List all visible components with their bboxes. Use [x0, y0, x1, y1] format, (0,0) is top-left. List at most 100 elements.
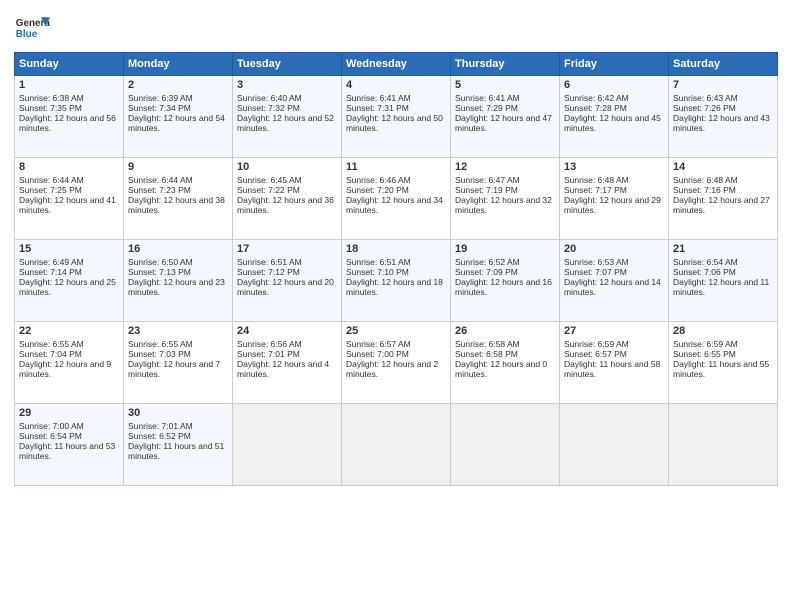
week-row-1: 8Sunrise: 6:44 AMSunset: 7:25 PMDaylight… [15, 158, 778, 240]
day-number: 26 [455, 325, 555, 337]
calendar-cell: 9Sunrise: 6:44 AMSunset: 7:23 PMDaylight… [124, 158, 233, 240]
daylight-text: Daylight: 12 hours and 20 minutes. [237, 277, 334, 297]
daylight-text: Daylight: 12 hours and 11 minutes. [673, 277, 769, 297]
sunrise-text: Sunrise: 6:42 AM [564, 93, 629, 103]
calendar-cell: 27Sunrise: 6:59 AMSunset: 6:57 PMDayligh… [560, 322, 669, 404]
sunrise-text: Sunrise: 6:41 AM [346, 93, 411, 103]
daylight-text: Daylight: 12 hours and 27 minutes. [673, 195, 770, 215]
calendar-cell [451, 404, 560, 486]
calendar-cell: 28Sunrise: 6:59 AMSunset: 6:55 PMDayligh… [669, 322, 778, 404]
calendar-cell: 6Sunrise: 6:42 AMSunset: 7:28 PMDaylight… [560, 76, 669, 158]
daylight-text: Daylight: 12 hours and 29 minutes. [564, 195, 661, 215]
daylight-text: Daylight: 12 hours and 43 minutes. [673, 113, 770, 133]
calendar-cell: 22 Sunrise: 6:55 AMSunset: 7:04 PMDayligh… [15, 322, 124, 404]
sunrise-text: Sunrise: 6:50 AM [128, 257, 193, 267]
daylight-text: Daylight: 12 hours and 9 minutes. [19, 359, 111, 379]
calendar-cell: 3Sunrise: 6:40 AMSunset: 7:32 PMDaylight… [233, 76, 342, 158]
calendar-cell: 19Sunrise: 6:52 AMSunset: 7:09 PMDayligh… [451, 240, 560, 322]
sunset-text: Sunset: 7:26 PM [673, 103, 736, 113]
daylight-text: Daylight: 12 hours and 52 minutes. [237, 113, 334, 133]
sunrise-text: Sunrise: 6:48 AM [564, 175, 629, 185]
sunrise-text: Sunrise: 6:57 AM [346, 339, 411, 349]
sunset-text: Sunset: 7:25 PM [19, 185, 82, 195]
calendar-cell: 13Sunrise: 6:48 AMSunset: 7:17 PMDayligh… [560, 158, 669, 240]
calendar-cell: 29Sunrise: 7:00 AMSunset: 6:54 PMDayligh… [15, 404, 124, 486]
header-cell-wednesday: Wednesday [342, 53, 451, 76]
sunset-text: Sunset: 6:54 PM [19, 431, 82, 441]
day-number: 27 [564, 325, 664, 337]
sunset-text: Sunset: 7:04 PM [19, 349, 82, 359]
day-number: 11 [346, 161, 446, 173]
daylight-text: Daylight: 12 hours and 14 minutes. [564, 277, 661, 297]
sunset-text: Sunset: 7:06 PM [673, 267, 736, 277]
logo: General Blue [14, 10, 50, 46]
day-number: 16 [128, 243, 228, 255]
daylight-text: Daylight: 12 hours and 4 minutes. [237, 359, 329, 379]
calendar-cell: 5Sunrise: 6:41 AMSunset: 7:29 PMDaylight… [451, 76, 560, 158]
sunset-text: Sunset: 7:03 PM [128, 349, 191, 359]
sunrise-text: Sunrise: 6:55 AM [128, 339, 193, 349]
sunrise-text: Sunrise: 6:41 AM [455, 93, 520, 103]
week-row-2: 15Sunrise: 6:49 AMSunset: 7:14 PMDayligh… [15, 240, 778, 322]
header-cell-sunday: Sunday [15, 53, 124, 76]
calendar-cell: 2Sunrise: 6:39 AMSunset: 7:34 PMDaylight… [124, 76, 233, 158]
day-number: 6 [564, 79, 664, 91]
calendar-cell: 17Sunrise: 6:51 AMSunset: 7:12 PMDayligh… [233, 240, 342, 322]
sunrise-text: Sunrise: 6:38 AM [19, 93, 84, 103]
daylight-text: Daylight: 12 hours and 0 minutes. [455, 359, 547, 379]
calendar-cell: 7Sunrise: 6:43 AMSunset: 7:26 PMDaylight… [669, 76, 778, 158]
day-number: 15 [19, 243, 119, 255]
day-number: 22 [19, 325, 119, 337]
day-number: 28 [673, 325, 773, 337]
day-number: 3 [237, 79, 337, 91]
day-number: 12 [455, 161, 555, 173]
sunset-text: Sunset: 6:57 PM [564, 349, 627, 359]
day-number: 5 [455, 79, 555, 91]
calendar-cell: 26Sunrise: 6:58 AMSunset: 6:58 PMDayligh… [451, 322, 560, 404]
day-number: 17 [237, 243, 337, 255]
sunset-text: Sunset: 7:19 PM [455, 185, 518, 195]
daylight-text: Daylight: 12 hours and 56 minutes. [19, 113, 116, 133]
calendar-cell [342, 404, 451, 486]
sunset-text: Sunset: 7:22 PM [237, 185, 300, 195]
sunrise-text: Sunrise: 6:48 AM [673, 175, 738, 185]
sunset-text: Sunset: 7:07 PM [564, 267, 627, 277]
calendar-cell: 18Sunrise: 6:51 AMSunset: 7:10 PMDayligh… [342, 240, 451, 322]
sunset-text: Sunset: 7:14 PM [19, 267, 82, 277]
day-number: 2 [128, 79, 228, 91]
day-number: 14 [673, 161, 773, 173]
sunset-text: Sunset: 7:16 PM [673, 185, 736, 195]
sunrise-text: Sunrise: 7:00 AM [19, 421, 84, 431]
sunrise-text: Sunrise: 6:39 AM [128, 93, 193, 103]
daylight-text: Daylight: 12 hours and 23 minutes. [128, 277, 225, 297]
daylight-text: Daylight: 12 hours and 7 minutes. [128, 359, 220, 379]
sunrise-text: Sunrise: 6:44 AM [19, 175, 84, 185]
week-row-3: 22Sunrise: 6:55 AMSunset: 7:04 PMDayligh… [15, 322, 778, 404]
sunset-text: Sunset: 7:29 PM [455, 103, 518, 113]
sunrise-text: Sunrise: 6:54 AM [673, 257, 738, 267]
daylight-text: Daylight: 11 hours and 51 minutes. [128, 441, 224, 461]
sunrise-text: Sunrise: 6:40 AM [237, 93, 302, 103]
day-number: 20 [564, 243, 664, 255]
daylight-text: Daylight: 12 hours and 50 minutes. [346, 113, 443, 133]
calendar-cell [669, 404, 778, 486]
day-number: 13 [564, 161, 664, 173]
day-number: 18 [346, 243, 446, 255]
calendar-cell: 30Sunrise: 7:01 AMSunset: 6:52 PMDayligh… [124, 404, 233, 486]
header-cell-thursday: Thursday [451, 53, 560, 76]
sunrise-text: Sunrise: 6:59 AM [564, 339, 629, 349]
sunrise-text: Sunrise: 6:55 AM [19, 339, 84, 349]
calendar-cell: 24Sunrise: 6:56 AMSunset: 7:01 PMDayligh… [233, 322, 342, 404]
calendar-cell: 21Sunrise: 6:54 AMSunset: 7:06 PMDayligh… [669, 240, 778, 322]
calendar-cell: 10Sunrise: 6:45 AMSunset: 7:22 PMDayligh… [233, 158, 342, 240]
day-number: 9 [128, 161, 228, 173]
sunset-text: Sunset: 7:20 PM [346, 185, 409, 195]
calendar-cell: 11Sunrise: 6:46 AMSunset: 7:20 PMDayligh… [342, 158, 451, 240]
sunset-text: Sunset: 7:31 PM [346, 103, 409, 113]
calendar-cell: 20Sunrise: 6:53 AMSunset: 7:07 PMDayligh… [560, 240, 669, 322]
daylight-text: Daylight: 12 hours and 32 minutes. [455, 195, 552, 215]
day-number: 30 [128, 407, 228, 419]
daylight-text: Daylight: 12 hours and 16 minutes. [455, 277, 552, 297]
daylight-text: Daylight: 12 hours and 2 minutes. [346, 359, 438, 379]
week-row-4: 29Sunrise: 7:00 AMSunset: 6:54 PMDayligh… [15, 404, 778, 486]
